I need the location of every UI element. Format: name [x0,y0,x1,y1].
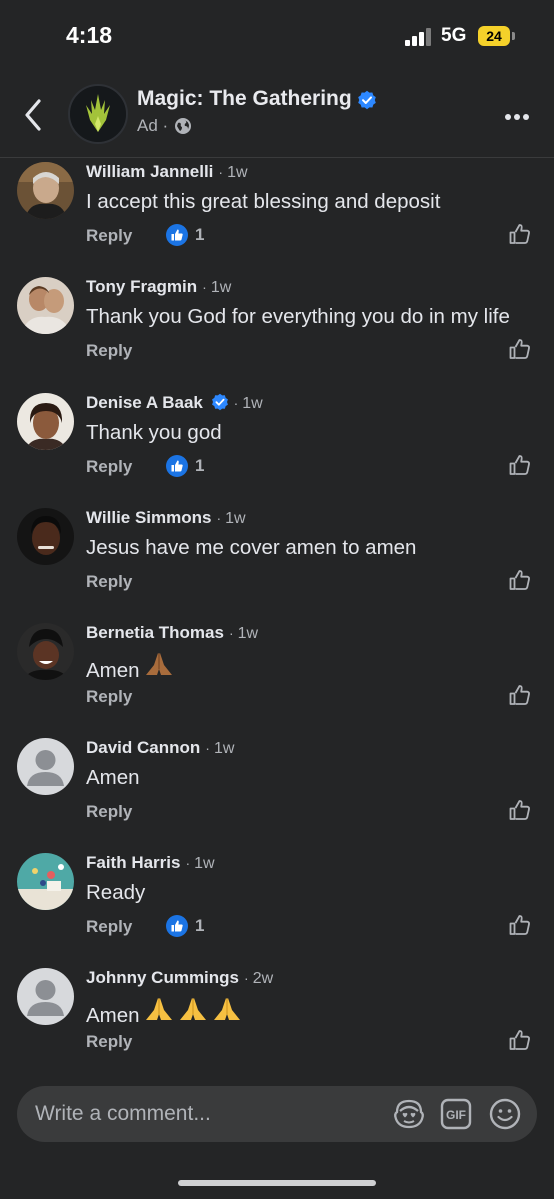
comment-text: Amen [86,766,140,789]
verified-badge-icon [358,90,376,110]
comment-age: 1w [227,164,248,181]
thumbs-up-icon[interactable] [508,222,532,251]
signal-icon [405,28,433,46]
emoji-icon[interactable] [488,1098,522,1130]
comment-text: Thank you god [86,421,222,444]
comment-text: Ready [86,881,146,904]
back-chevron-icon[interactable] [22,95,46,135]
comment-age: 2w [252,970,274,987]
avatar-sticker-icon[interactable] [392,1098,426,1130]
reply-button[interactable]: Reply [86,802,132,822]
comment-text: Thank you God for everything you do in m… [86,305,510,328]
avatar[interactable] [17,853,74,910]
reaction-count: 1 [195,916,205,935]
comment-text: Amen [86,996,242,1028]
ad-label: Ad · [137,116,169,135]
avatar[interactable] [17,393,74,450]
comment-author[interactable]: Faith Harris [86,853,180,872]
reply-button[interactable]: Reply [86,687,132,707]
comment-author[interactable]: Johnny Cummings [86,968,239,987]
comment-age: 1w [213,740,235,757]
like-reaction-icon [166,915,188,937]
thumbs-up-icon[interactable] [508,568,532,597]
verified-badge-icon [211,393,228,411]
reply-button[interactable]: Reply [86,341,132,361]
comment-meta: Denise A Baak · 1w [86,393,263,412]
reply-button[interactable]: Reply [86,572,132,592]
more-icon[interactable] [505,107,532,125]
home-indicator[interactable] [178,1180,376,1186]
thumbs-up-icon[interactable] [508,1028,532,1057]
comment-author[interactable]: William Jannelli [86,162,213,181]
comment-composer[interactable]: Write a comment... GIF [17,1086,537,1142]
comment-item: Denise A Baak · 1w Thank you god Reply 1 [0,389,554,504]
svg-text:GIF: GIF [446,1108,466,1122]
comment-author[interactable]: Denise A Baak [86,393,203,412]
comment-input[interactable]: Write a comment... [35,1102,211,1126]
comment-item: David Cannon · 1w Amen Reply [0,734,554,849]
comment-text-value: Amen [86,1004,140,1027]
comment-text: I accept this great blessing and deposit [86,190,441,213]
thumbs-up-icon[interactable] [508,798,532,827]
comment-text-value: Amen [86,659,140,682]
avatar[interactable] [17,738,74,795]
network-label: 5G [441,25,467,46]
comment-meta: Johnny Cummings · 2w [86,968,274,987]
comment-meta: William Jannelli · 1w [86,162,248,181]
comment-age: 1w [194,855,215,872]
comment-meta: Tony Fragmin · 1w [86,277,232,296]
comment-meta: David Cannon · 1w [86,738,235,757]
comment-item: Johnny Cummings · 2w Amen Reply [0,964,554,1079]
reaction-count: 1 [195,456,205,475]
globe-icon [175,118,191,134]
avatar[interactable] [17,508,74,565]
comment-author[interactable]: David Cannon [86,738,200,757]
comment-item: Faith Harris · 1w Ready Reply 1 [0,849,554,964]
reply-button[interactable]: Reply [86,226,132,246]
comment-text: Amen [86,651,174,683]
comment-age: 1w [242,395,263,412]
comment-text: Jesus have me cover amen to amen [86,536,417,559]
status-bar: 4:18 5G 24 [0,0,554,70]
reply-button[interactable]: Reply [86,1032,132,1052]
comment-meta: Willie Simmons · 1w [86,508,246,527]
comment-item: William Jannelli · 1w I accept this great … [0,158,554,273]
page-logo[interactable] [68,84,128,144]
post-header: Magic: The Gathering Ad · [0,75,554,158]
like-reaction-icon [166,455,188,477]
comment-item: Tony Fragmin · 1w Thank you God for everyt… [0,273,554,388]
comment-item: Willie Simmons · 1w Jesus have me cover am… [0,504,554,619]
avatar[interactable] [17,623,74,680]
gif-icon[interactable]: GIF [440,1098,474,1130]
battery-icon: 24 [478,26,510,46]
thumbs-up-icon[interactable] [508,453,532,482]
comment-meta: Bernetia Thomas · 1w [86,623,259,642]
comment-age: 1w [210,279,232,296]
avatar[interactable] [17,968,74,1025]
comment-author[interactable]: Tony Fragmin [86,277,197,296]
praying-hands-emoji [178,996,208,1026]
status-time: 4:18 [66,22,113,48]
thumbs-up-icon[interactable] [508,337,532,366]
comment-author[interactable]: Willie Simmons [86,508,211,527]
avatar[interactable] [17,162,74,219]
comment-item: Bernetia Thomas · 1w Amen Reply [0,619,554,734]
reaction-count: 1 [195,225,205,244]
reply-button[interactable]: Reply [86,917,132,937]
comment-age: 1w [225,510,246,527]
comment-meta: Faith Harris · 1w [86,853,215,872]
avatar[interactable] [17,277,74,334]
praying-hands-emoji [212,996,242,1026]
battery-tip [512,32,515,40]
thumbs-up-icon[interactable] [508,913,532,942]
praying-hands-emoji [144,996,174,1026]
like-reaction-icon [166,224,188,246]
page-title[interactable]: Magic: The Gathering [137,87,352,111]
thumbs-up-icon[interactable] [508,683,532,712]
comment-age: 1w [237,625,259,642]
comment-author[interactable]: Bernetia Thomas [86,623,224,642]
reply-button[interactable]: Reply [86,457,132,477]
praying-hands-emoji [144,651,174,681]
